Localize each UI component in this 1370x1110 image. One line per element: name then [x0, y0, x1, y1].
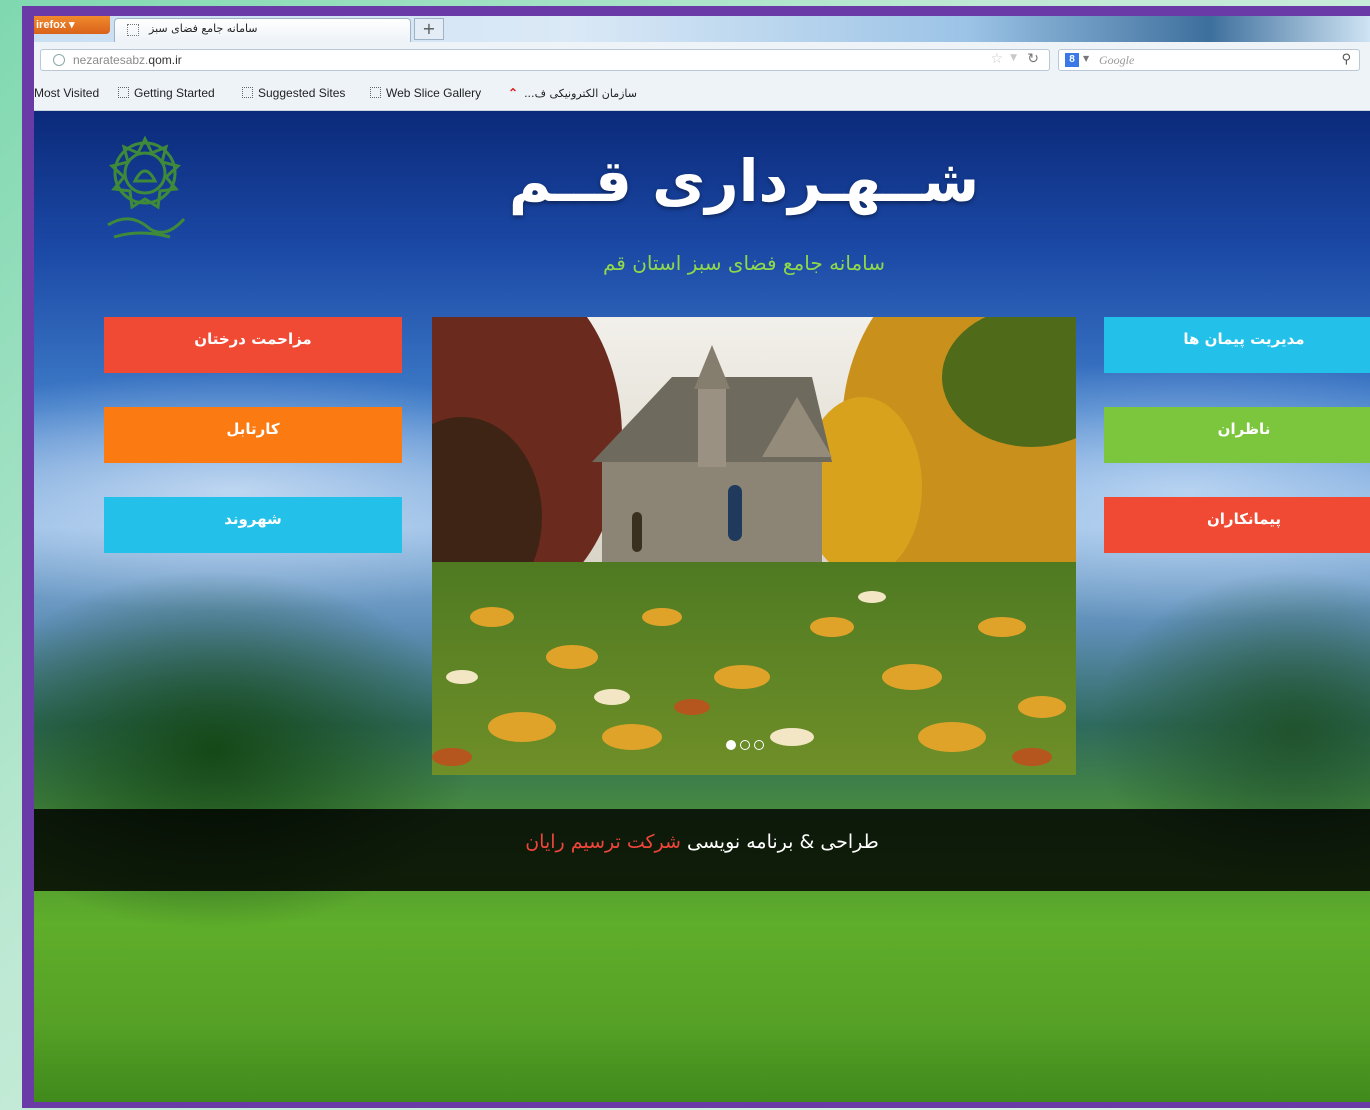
citizen-button[interactable]: شهروند — [104, 497, 402, 553]
bookmarks-bar: Most Visited Getting Started Suggested S… — [34, 78, 1370, 111]
search-icon[interactable]: ⚲ — [1341, 52, 1351, 67]
company-link[interactable]: شرکت ترسیم رایان — [525, 831, 681, 853]
supervisors-button[interactable]: ناظران — [1104, 407, 1370, 463]
history-dropdown-icon[interactable]: ▼ — [1010, 53, 1017, 63]
slider-pagination — [726, 735, 768, 754]
tree-disturbance-button[interactable]: مزاحمت درختان — [104, 317, 402, 373]
bookmark-suggested-sites[interactable]: Suggested Sites — [242, 86, 345, 100]
page-favicon-icon — [127, 24, 139, 36]
bookmark-most-visited[interactable]: Most Visited — [34, 86, 99, 100]
cartable-button[interactable]: کارتابل — [104, 407, 402, 463]
footer-credit: طراحی & برنامه نویسی شرکت ترسیم رایان — [34, 831, 1370, 853]
municipality-logo — [107, 135, 186, 239]
bookmark-icon — [242, 87, 253, 98]
page-title: شــهـرداری قــم — [508, 147, 980, 215]
url-text[interactable]: nezaratesabz.qom.ir — [73, 53, 182, 67]
page-subtitle: سامانه جامع فضای سبز استان قم — [602, 251, 886, 275]
bookmark-getting-started[interactable]: Getting Started — [118, 86, 215, 100]
slider-dot-1[interactable] — [726, 740, 736, 750]
slider-dot-2[interactable] — [740, 740, 750, 750]
tab-active[interactable]: سامانه جامع فضای سبز — [114, 18, 411, 42]
search-bar[interactable]: 8 ▼ Google ⚲ — [1058, 49, 1360, 71]
slider-dot-3[interactable] — [754, 740, 764, 750]
bookmark-web-slice-gallery[interactable]: Web Slice Gallery — [370, 86, 481, 100]
navigation-bar: nezaratesabz.qom.ir ☆ ▼ ↻ 8 ▼ Google ⚲ — [34, 42, 1370, 79]
footer-prefix: طراحی & برنامه نویسی — [687, 831, 879, 853]
new-tab-button[interactable]: + — [414, 18, 444, 40]
url-bar[interactable]: nezaratesabz.qom.ir ☆ ▼ ↻ — [40, 49, 1050, 71]
footer: طراحی & برنامه نویسی شرکت ترسیم رایان — [34, 809, 1370, 891]
bookmark-electronic-org[interactable]: ⌃ ...سازمان الکترونیکی ف — [508, 86, 637, 100]
web-page: شــهـرداری قــم سامانه جامع فضای سبز است… — [34, 111, 1370, 1102]
arrow-icon: ⌃ — [508, 86, 519, 100]
contractors-button[interactable]: پیمانکاران — [1104, 497, 1370, 553]
search-input[interactable]: Google — [1099, 53, 1134, 68]
tab-bar: irefox ▾ سامانه جامع فضای سبز + — [34, 16, 1370, 42]
contract-management-button[interactable]: مدیریت پیمان ها — [1104, 317, 1370, 373]
reload-icon[interactable]: ↻ — [1027, 51, 1039, 67]
bookmark-icon — [118, 87, 129, 98]
slide-image — [432, 317, 1076, 775]
image-slider[interactable] — [432, 317, 1076, 775]
google-icon[interactable]: 8 — [1065, 53, 1079, 67]
search-engine-dropdown-icon[interactable]: ▼ — [1083, 54, 1089, 63]
bookmark-icon — [370, 87, 381, 98]
firefox-menu-button[interactable]: irefox ▾ — [34, 16, 110, 34]
bookmark-star-icon[interactable]: ☆ — [990, 51, 1003, 67]
tab-title: سامانه جامع فضای سبز — [149, 22, 258, 35]
browser-window: irefox ▾ سامانه جامع فضای سبز + nezarate… — [34, 16, 1370, 1102]
site-identity-icon[interactable] — [53, 54, 65, 66]
